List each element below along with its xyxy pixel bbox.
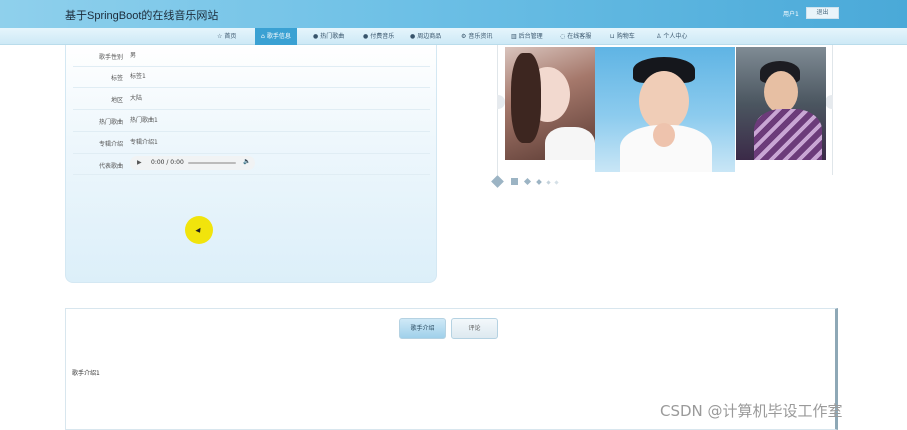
face-shape (639, 71, 689, 131)
singer-carousel (491, 45, 833, 188)
singer-intro-text: 歌手介绍1 (72, 370, 100, 377)
shirt-shape (545, 127, 595, 160)
nav-item-paid-music[interactable]: ● 付费音乐 (357, 28, 400, 45)
tab-comments[interactable]: 评论 (451, 318, 498, 339)
carousel-dot[interactable] (554, 180, 559, 185)
top-header: 基于SpringBoot的在线音乐网站 用户1 退出 (0, 0, 907, 28)
info-row-region: 地区 大陆 (73, 88, 430, 110)
info-row-album-intro: 专辑介绍 专辑介绍1 (73, 132, 430, 154)
carousel-dot[interactable] (511, 178, 518, 185)
audio-player[interactable]: ▶ 0:00 / 0:00 🔈 (130, 156, 255, 170)
row-label: 专辑介绍 (98, 141, 123, 148)
row-value: 男 (130, 52, 137, 59)
carousel-indicators (491, 175, 577, 188)
nav-item-admin[interactable]: ▥ 后台管理 (505, 28, 549, 45)
row-value: 专辑介绍1 (130, 139, 158, 146)
row-label: 地区 (110, 97, 123, 104)
logout-button[interactable]: 退出 (806, 7, 839, 19)
face-shape (764, 71, 798, 113)
info-row-representative-song: 代表歌曲 ▶ 0:00 / 0:00 🔈 (73, 153, 430, 175)
info-row-tag: 标签 标签1 (73, 66, 430, 88)
row-label: 标签 (110, 75, 123, 82)
carousel-image-right[interactable] (736, 47, 826, 160)
current-user-label: 用户1 (783, 11, 799, 18)
row-value: 热门歌曲1 (130, 117, 158, 124)
hair-shape (511, 53, 541, 143)
site-title: 基于SpringBoot的在线音乐网站 (65, 10, 219, 22)
row-label: 代表歌曲 (98, 163, 123, 170)
row-label: 歌手性别 (98, 54, 123, 61)
play-icon[interactable]: ▶ (137, 159, 142, 166)
main-nav: ☆ 首页 ⌂ 歌手信息 ● 热门歌曲 ● 付费音乐 ● 周边商品 ⚙ 音乐资讯 ▥ 后台管理 … (0, 28, 907, 45)
tab-singer-intro[interactable]: 歌手介绍 (399, 318, 446, 339)
nav-item-online-service[interactable]: ◌ 在线客服 (554, 28, 597, 45)
gear-icon: ⚙ (461, 33, 467, 40)
carousel-dot[interactable] (523, 177, 532, 186)
info-row-hot-songs: 热门歌曲 热门歌曲1 (73, 110, 430, 132)
audio-progress-slider[interactable] (188, 162, 236, 164)
nav-item-hot-songs[interactable]: ● 热门歌曲 (307, 28, 350, 45)
info-circle-icon: ● (363, 33, 369, 40)
carousel-next-button[interactable] (825, 95, 833, 109)
audio-time: 0:00 / 0:00 (151, 159, 184, 166)
row-value: 标签1 (130, 73, 146, 80)
info-circle-icon: ● (410, 33, 416, 40)
row-label: 热门歌曲 (98, 119, 123, 126)
nav-item-singer-info[interactable]: ⌂ 歌手信息 (255, 28, 297, 45)
hands-shape (653, 123, 675, 147)
volume-icon[interactable]: 🔈 (243, 158, 250, 165)
star-icon: ☆ (217, 33, 223, 40)
watermark: CSDN @计算机毕设工作室 (660, 402, 843, 420)
chat-icon: ◌ (560, 33, 566, 40)
info-circle-icon: ● (313, 33, 319, 40)
nav-item-music-news[interactable]: ⚙ 音乐资讯 (455, 28, 498, 45)
carousel-dot[interactable] (536, 179, 542, 185)
nav-item-home[interactable]: ☆ 首页 (211, 28, 242, 45)
nav-item-cart[interactable]: ⊔ 购物车 (604, 28, 641, 45)
backpack-shape (754, 109, 822, 160)
cart-icon: ⊔ (610, 33, 615, 40)
person-icon: ♙ (656, 33, 662, 40)
building-icon: ▥ (511, 33, 517, 40)
carousel-image-center[interactable] (595, 47, 735, 172)
nav-item-merchandise[interactable]: ● 周边商品 (404, 28, 447, 45)
singer-info-panel: 歌手性别 男 标签 标签1 地区 大陆 热门歌曲 热门歌曲1 专辑介绍 专辑介绍… (65, 45, 437, 283)
carousel-image-left[interactable] (505, 47, 595, 160)
carousel-dot[interactable] (491, 175, 504, 188)
info-row-gender: 歌手性别 男 (73, 45, 430, 67)
home-icon: ⌂ (261, 33, 265, 40)
nav-item-personal-center[interactable]: ♙ 个人中心 (650, 28, 693, 45)
row-value: 大陆 (130, 95, 143, 102)
carousel-dot[interactable] (546, 180, 551, 185)
